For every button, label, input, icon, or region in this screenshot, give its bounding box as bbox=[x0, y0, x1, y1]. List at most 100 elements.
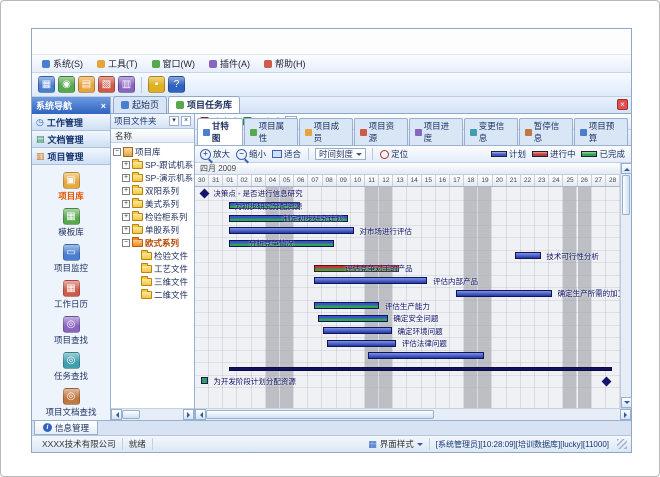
menu-help[interactable]: 帮助(H) bbox=[258, 56, 312, 71]
gantt-bar[interactable] bbox=[229, 227, 354, 234]
tab-project-resources[interactable]: 项目资源 bbox=[354, 118, 408, 145]
tab-close-button[interactable]: × bbox=[617, 99, 628, 110]
tree-expander-icon[interactable]: + bbox=[122, 213, 130, 221]
ui-style-selector[interactable]: ▦ 界面样式 bbox=[362, 438, 430, 450]
tree-item[interactable]: −项目库 bbox=[111, 145, 194, 158]
menu-tools[interactable]: 工具(T) bbox=[91, 56, 144, 71]
tree-expander-icon[interactable]: + bbox=[122, 226, 130, 234]
tree-item[interactable]: 工艺文件 bbox=[111, 262, 194, 275]
scroll-thumb[interactable] bbox=[122, 410, 140, 419]
scroll-right-button[interactable] bbox=[183, 409, 194, 420]
scroll-thumb[interactable] bbox=[206, 410, 434, 419]
fit-button[interactable]: 适合 bbox=[271, 148, 302, 160]
gantt-task-label: 确定环境问题 bbox=[398, 327, 443, 336]
gantt-bar[interactable] bbox=[323, 327, 392, 334]
gantt-bar[interactable] bbox=[456, 290, 552, 297]
help-icon[interactable]: ? bbox=[168, 76, 185, 93]
view-icon[interactable]: ▦ bbox=[38, 76, 55, 93]
scroll-thumb[interactable] bbox=[622, 175, 630, 215]
sidebar-item-project-library[interactable]: ▣项目库 bbox=[32, 171, 110, 203]
sidebar-close-icon[interactable]: × bbox=[101, 101, 106, 111]
gantt-vertical-scrollbar[interactable] bbox=[620, 163, 631, 408]
resize-grip[interactable] bbox=[617, 439, 627, 449]
scroll-right-button[interactable] bbox=[620, 409, 631, 420]
tree-expander-icon[interactable]: + bbox=[122, 187, 130, 195]
scroll-down-button[interactable] bbox=[621, 397, 632, 408]
info-management-tab[interactable]: i 信息管理 bbox=[34, 421, 98, 435]
folder-horizontal-scrollbar[interactable] bbox=[111, 408, 194, 420]
gantt-bar[interactable] bbox=[229, 367, 612, 371]
tab-start-page[interactable]: 起始页 bbox=[113, 96, 167, 113]
mail-icon[interactable]: ▧ bbox=[98, 76, 115, 93]
gantt-bar[interactable] bbox=[314, 302, 379, 309]
gantt-bar[interactable] bbox=[515, 252, 541, 259]
tab-gantt[interactable]: 甘特图 bbox=[197, 118, 243, 145]
gantt-horizontal-scrollbar[interactable] bbox=[195, 408, 631, 420]
tree-item[interactable]: 二维文件 bbox=[111, 288, 194, 301]
scroll-left-button[interactable] bbox=[111, 409, 122, 420]
panel-close-icon[interactable]: × bbox=[181, 116, 191, 126]
gantt-bar[interactable] bbox=[318, 315, 387, 322]
sidebar-item-project-monitor[interactable]: ▭项目监控 bbox=[32, 243, 110, 275]
day-header-cell: 10 bbox=[351, 175, 365, 186]
tree-item[interactable]: +单股系列 bbox=[111, 223, 194, 236]
tree-item[interactable]: +SP-演示机系列 bbox=[111, 171, 194, 184]
gantt-body[interactable]: 决策点 - 是否进行信息研究为初步研究分配资源制定初步研究计划对市场进行评估分析… bbox=[195, 187, 620, 408]
tree-item[interactable]: +SP-跟试机系列 bbox=[111, 158, 194, 171]
tree-item[interactable]: +美式系列 bbox=[111, 197, 194, 210]
time-scale-select[interactable]: 时间刻度 bbox=[315, 148, 366, 160]
tree-expander-icon[interactable]: + bbox=[122, 200, 130, 208]
gantt-task-label: 评估竞争对手的产品 bbox=[345, 264, 413, 273]
scroll-up-button[interactable] bbox=[621, 163, 632, 174]
locate-button[interactable]: 定位 bbox=[379, 148, 409, 160]
sidebar-item-project-search[interactable]: ◎项目查找 bbox=[32, 315, 110, 347]
panel-dropdown-icon[interactable]: ▾ bbox=[169, 116, 179, 126]
tree-expander-icon[interactable]: − bbox=[122, 239, 130, 247]
tree-expander-icon[interactable]: + bbox=[122, 161, 130, 169]
locate-icon bbox=[380, 150, 389, 159]
section-work-management[interactable]: ◷工作管理 bbox=[32, 114, 110, 131]
menu-window[interactable]: 窗口(W) bbox=[146, 56, 202, 71]
section-project-management[interactable]: ▥项目管理 bbox=[32, 148, 110, 165]
tab-project-progress[interactable]: 项目进度 bbox=[409, 118, 463, 145]
refresh-icon[interactable]: ◉ bbox=[58, 76, 75, 93]
zoom-out-button[interactable]: − 缩小 bbox=[235, 148, 267, 160]
tree-item[interactable]: 三维文件 bbox=[111, 275, 194, 288]
tab-pause-info[interactable]: 暂停信息 bbox=[519, 118, 573, 145]
folder-icon[interactable]: ▤ bbox=[78, 76, 95, 93]
tab-project-members[interactable]: 项目成员 bbox=[299, 118, 353, 145]
section-document-management[interactable]: ▤文档管理 bbox=[32, 131, 110, 148]
tab-project-budget[interactable]: 项目预算 bbox=[574, 118, 628, 145]
navigation-sidebar: 系统导航 × ◷工作管理▤文档管理▥项目管理 ▣项目库▦模板库▭项目监控▦工作日… bbox=[32, 97, 111, 420]
tree-item[interactable]: +检验柜系列 bbox=[111, 210, 194, 223]
chart-icon[interactable]: ▥ bbox=[118, 76, 135, 93]
gantt-bar[interactable] bbox=[314, 277, 427, 284]
sidebar-item-template-library[interactable]: ▦模板库 bbox=[32, 207, 110, 239]
lock-icon[interactable]: ▪ bbox=[148, 76, 165, 93]
sidebar-item-project-doc-search[interactable]: ◎项目文档查找 bbox=[32, 387, 110, 419]
scroll-track[interactable] bbox=[206, 409, 620, 420]
gantt-bar[interactable] bbox=[327, 340, 396, 347]
tree-expander-icon[interactable]: + bbox=[122, 174, 130, 182]
gantt-bar[interactable] bbox=[368, 352, 484, 359]
folder-icon bbox=[132, 200, 143, 208]
menu-plugins[interactable]: 插件(A) bbox=[203, 56, 256, 71]
tree-expander-icon[interactable]: − bbox=[113, 148, 121, 156]
tree-item[interactable]: 检验文件 bbox=[111, 249, 194, 262]
tab-change-info[interactable]: 变更信息 bbox=[464, 118, 518, 145]
zoom-in-button[interactable]: + 放大 bbox=[199, 148, 231, 160]
folder-panel-title: 项目文件夹 bbox=[114, 115, 157, 127]
scroll-left-button[interactable] bbox=[195, 409, 206, 420]
tree-item[interactable]: +双阳系列 bbox=[111, 184, 194, 197]
sidebar-item-work-calendar[interactable]: ▦工作日历 bbox=[32, 279, 110, 311]
tab-project-task-library[interactable]: 项目任务库 bbox=[168, 96, 240, 113]
folder-name-column-header[interactable]: 名称 bbox=[111, 129, 194, 143]
menu-help-label: 帮助(H) bbox=[275, 57, 306, 70]
menu-system[interactable]: 系统(S) bbox=[36, 56, 89, 71]
scroll-track[interactable] bbox=[122, 409, 183, 420]
sidebar-item-task-search[interactable]: ◎任务查找 bbox=[32, 351, 110, 383]
day-header-cell: 06 bbox=[294, 175, 308, 186]
tree-item[interactable]: −欧式系列 bbox=[111, 236, 194, 249]
scroll-track[interactable] bbox=[621, 174, 631, 397]
tab-project-properties[interactable]: 项目属性 bbox=[244, 118, 298, 145]
